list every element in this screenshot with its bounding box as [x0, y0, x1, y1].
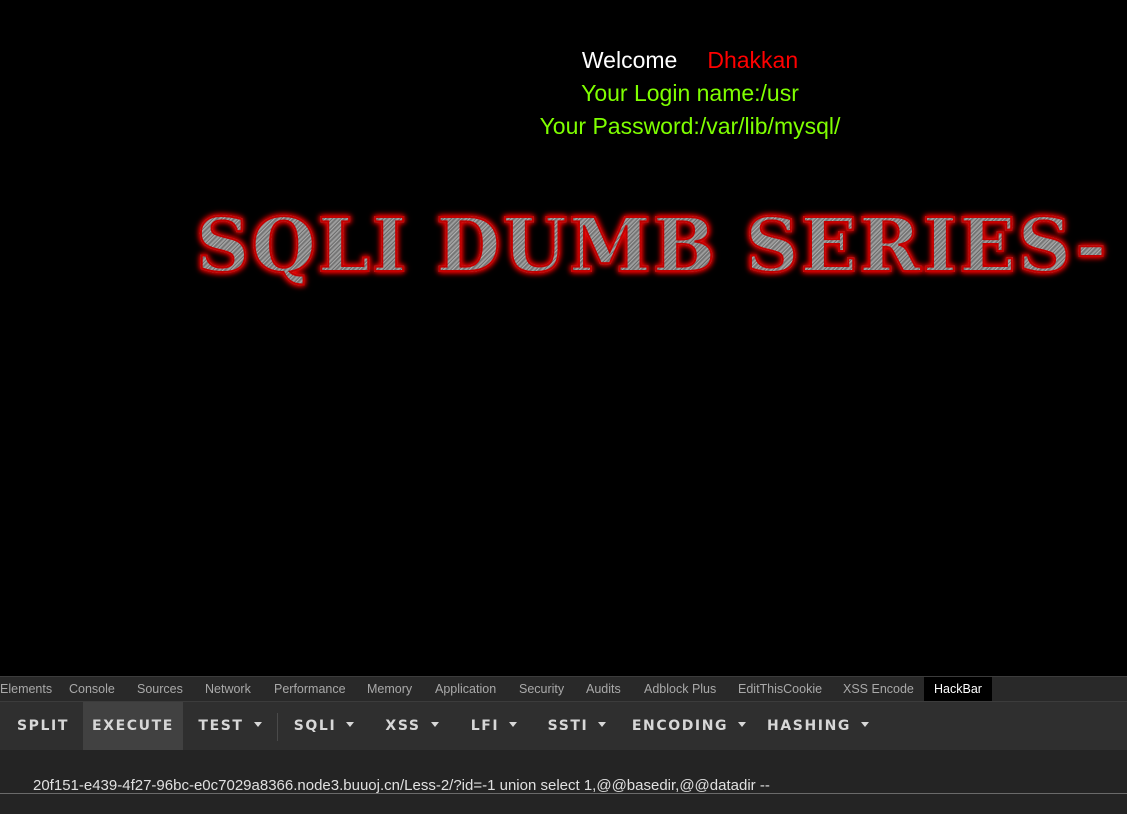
welcome-line: Welcome Dhakkan	[0, 44, 1127, 76]
caret-down-icon	[860, 721, 869, 727]
caret-down-icon	[430, 721, 439, 727]
test-label: TEST	[198, 718, 244, 734]
xss-menu-button[interactable]: XSS	[374, 702, 450, 750]
sqli-menu-button[interactable]: SQLI	[284, 702, 364, 750]
tab-application[interactable]: Application	[425, 677, 506, 701]
execute-label: EXECUTE	[92, 718, 174, 734]
tab-security[interactable]: Security	[509, 677, 574, 701]
welcome-username: Dhakkan	[707, 47, 799, 73]
caret-down-icon	[346, 721, 355, 727]
url-value: 20f151-e439-4f27-96bc-e0c7029a8366.node3…	[33, 777, 770, 794]
caret-down-icon	[598, 721, 607, 727]
xss-label: XSS	[385, 718, 421, 734]
ssti-menu-button[interactable]: SSTI	[537, 702, 617, 750]
tab-audits[interactable]: Audits	[576, 677, 631, 701]
login-name-text: Your Login name:/usr	[581, 80, 799, 106]
tab-hackbar[interactable]: HackBar	[924, 677, 992, 701]
tab-performance[interactable]: Performance	[264, 677, 356, 701]
hashing-menu-button[interactable]: HASHING	[761, 702, 875, 750]
web-page: Welcome Dhakkan Your Login name:/usr Your…	[0, 0, 1127, 676]
sqli-label: SQLI	[293, 718, 337, 734]
test-menu-button[interactable]: TEST	[190, 702, 270, 750]
url-input[interactable]: 20f151-e439-4f27-96bc-e0c7029a8366.node3…	[0, 758, 1127, 794]
toolbar-divider	[277, 713, 278, 741]
tab-network[interactable]: Network	[195, 677, 261, 701]
encoding-menu-button[interactable]: ENCODING	[627, 702, 751, 750]
password-text: Your Password:/var/lib/mysql/	[539, 113, 841, 139]
execute-button[interactable]: EXECUTE	[83, 702, 183, 750]
tab-sources[interactable]: Sources	[127, 677, 193, 701]
hashing-label: HASHING	[767, 718, 851, 734]
hackbar-url-area: 20f151-e439-4f27-96bc-e0c7029a8366.node3…	[0, 750, 1127, 814]
ssti-label: SSTI	[547, 718, 589, 734]
sqli-dumb-series-banner: SQLI DUMB SERIES-	[195, 202, 1109, 290]
split-label: SPLIT	[16, 718, 70, 734]
hackbar-toolbar: SPLIT EXECUTE TEST SQLI XSS LFI SSTI ENC…	[0, 702, 1127, 750]
split-button[interactable]: SPLIT	[0, 702, 86, 750]
tab-editthiscookie[interactable]: EditThisCookie	[728, 677, 832, 701]
tab-console[interactable]: Console	[59, 677, 125, 701]
lfi-label: LFI	[470, 718, 500, 734]
tab-memory[interactable]: Memory	[357, 677, 422, 701]
devtools-panel: Elements Console Sources Network Perform…	[0, 676, 1127, 814]
encoding-label: ENCODING	[631, 718, 729, 734]
devtools-tabbar: Elements Console Sources Network Perform…	[0, 676, 1127, 702]
caret-down-icon	[253, 721, 262, 727]
tab-adblock-plus[interactable]: Adblock Plus	[634, 677, 726, 701]
welcome-label: Welcome	[581, 47, 678, 73]
lfi-menu-button[interactable]: LFI	[459, 702, 529, 750]
tab-xss-encode[interactable]: XSS Encode	[833, 677, 924, 701]
tab-elements[interactable]: Elements	[0, 677, 62, 701]
caret-down-icon	[509, 721, 518, 727]
caret-down-icon	[738, 721, 747, 727]
